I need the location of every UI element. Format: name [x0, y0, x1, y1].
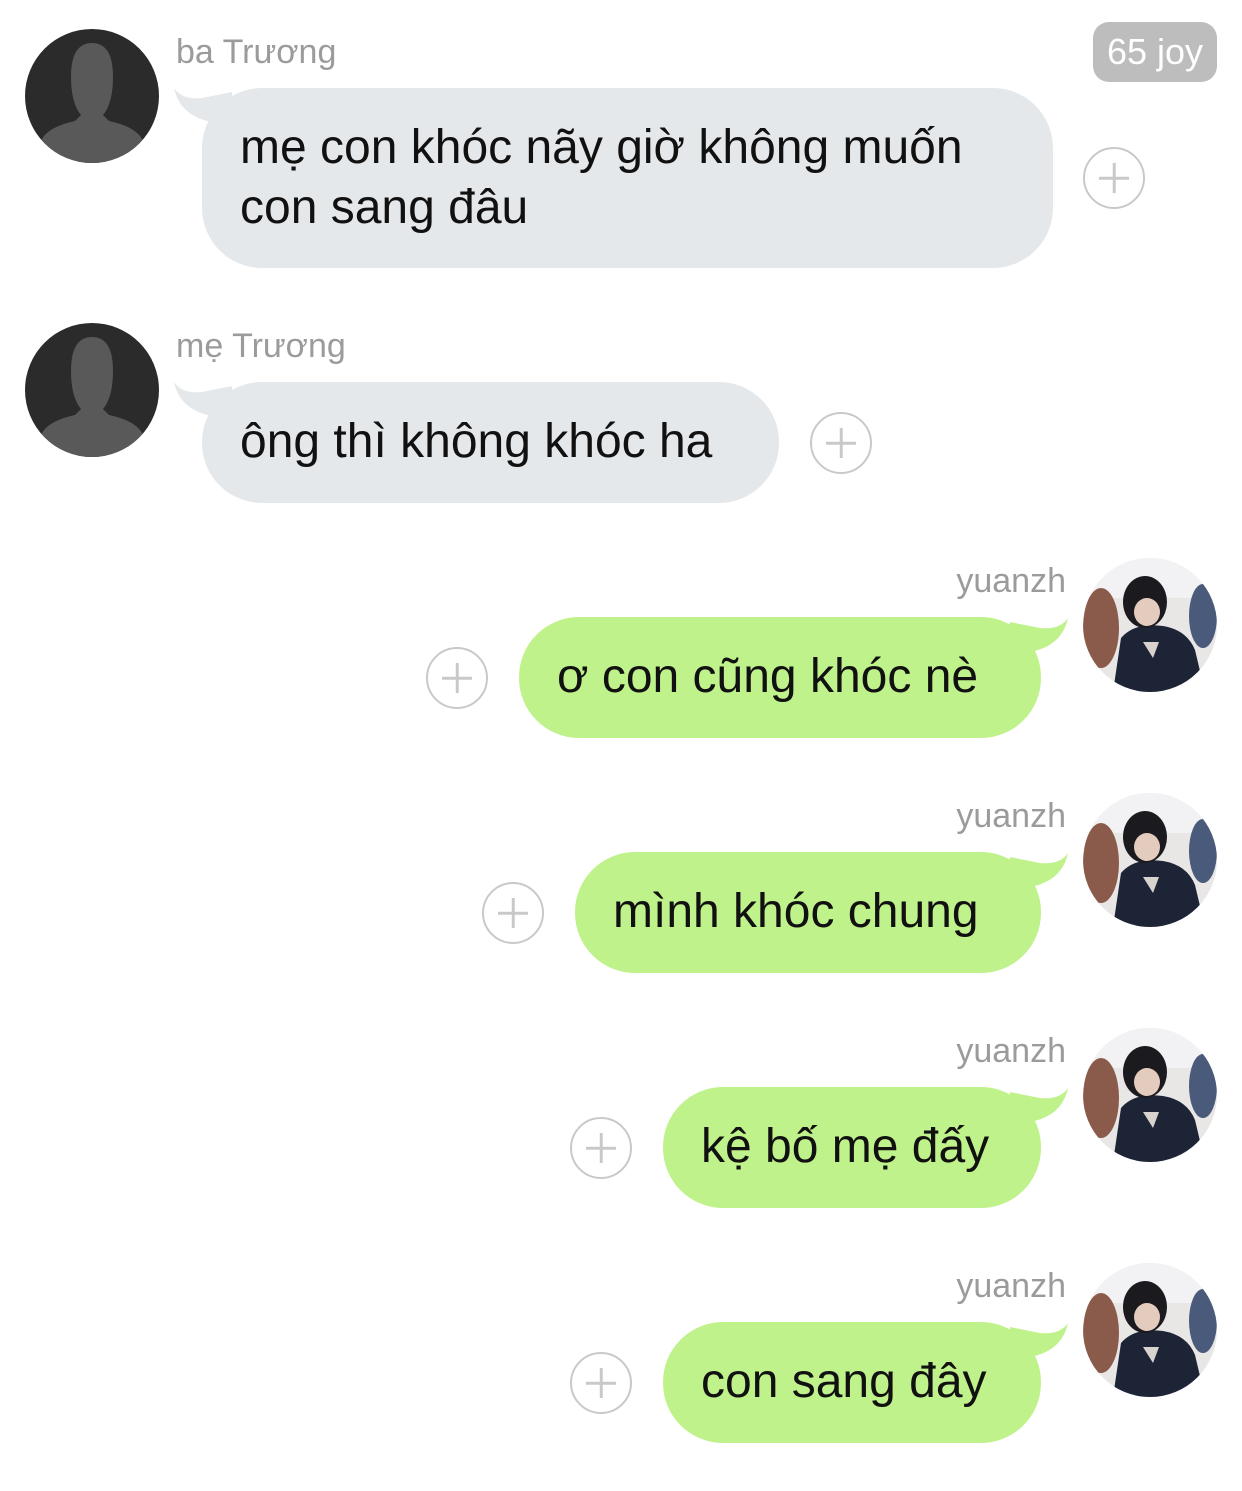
- default-avatar-icon[interactable]: [25, 29, 159, 163]
- message-text: ơ con cũng khóc nè: [557, 650, 979, 703]
- sender-name: yuanzh: [956, 1032, 1066, 1070]
- message-text: ông thì không khóc ha: [240, 415, 713, 468]
- sender-name: yuanzh: [956, 797, 1066, 835]
- add-reaction-icon[interactable]: [570, 1117, 632, 1179]
- sender-name: yuanzh: [956, 1267, 1066, 1305]
- status-badge: 65 joy: [1093, 22, 1217, 82]
- message-bubble[interactable]: ông thì không khóc ha: [202, 382, 779, 503]
- user-photo-avatar[interactable]: [1083, 558, 1217, 692]
- default-avatar-icon[interactable]: [25, 323, 159, 457]
- add-reaction-icon[interactable]: [482, 882, 544, 944]
- user-photo-avatar[interactable]: [1083, 1028, 1217, 1162]
- sender-name: mẹ Trương: [176, 327, 346, 365]
- message-text: con sang đây: [701, 1355, 987, 1408]
- message-bubble[interactable]: mình khóc chung: [575, 852, 1041, 973]
- message-bubble[interactable]: mẹ con khóc nãy giờ không muốn con sang …: [202, 88, 1053, 268]
- add-reaction-icon[interactable]: [426, 647, 488, 709]
- user-photo-avatar[interactable]: [1083, 793, 1217, 927]
- sender-name: ba Trương: [176, 33, 337, 71]
- message-bubble[interactable]: kệ bố mẹ đấy: [663, 1087, 1041, 1208]
- message-text: mẹ con khóc nãy giờ không muốn con sang …: [240, 121, 963, 234]
- add-reaction-icon[interactable]: [1083, 147, 1145, 209]
- add-reaction-icon[interactable]: [810, 412, 872, 474]
- message-text: mình khóc chung: [613, 885, 979, 938]
- user-photo-avatar[interactable]: [1083, 1263, 1217, 1397]
- message-bubble[interactable]: con sang đây: [663, 1322, 1041, 1443]
- add-reaction-icon[interactable]: [570, 1352, 632, 1414]
- message-bubble[interactable]: ơ con cũng khóc nè: [519, 617, 1041, 738]
- message-text: kệ bố mẹ đấy: [701, 1120, 990, 1173]
- sender-name: yuanzh: [956, 562, 1066, 600]
